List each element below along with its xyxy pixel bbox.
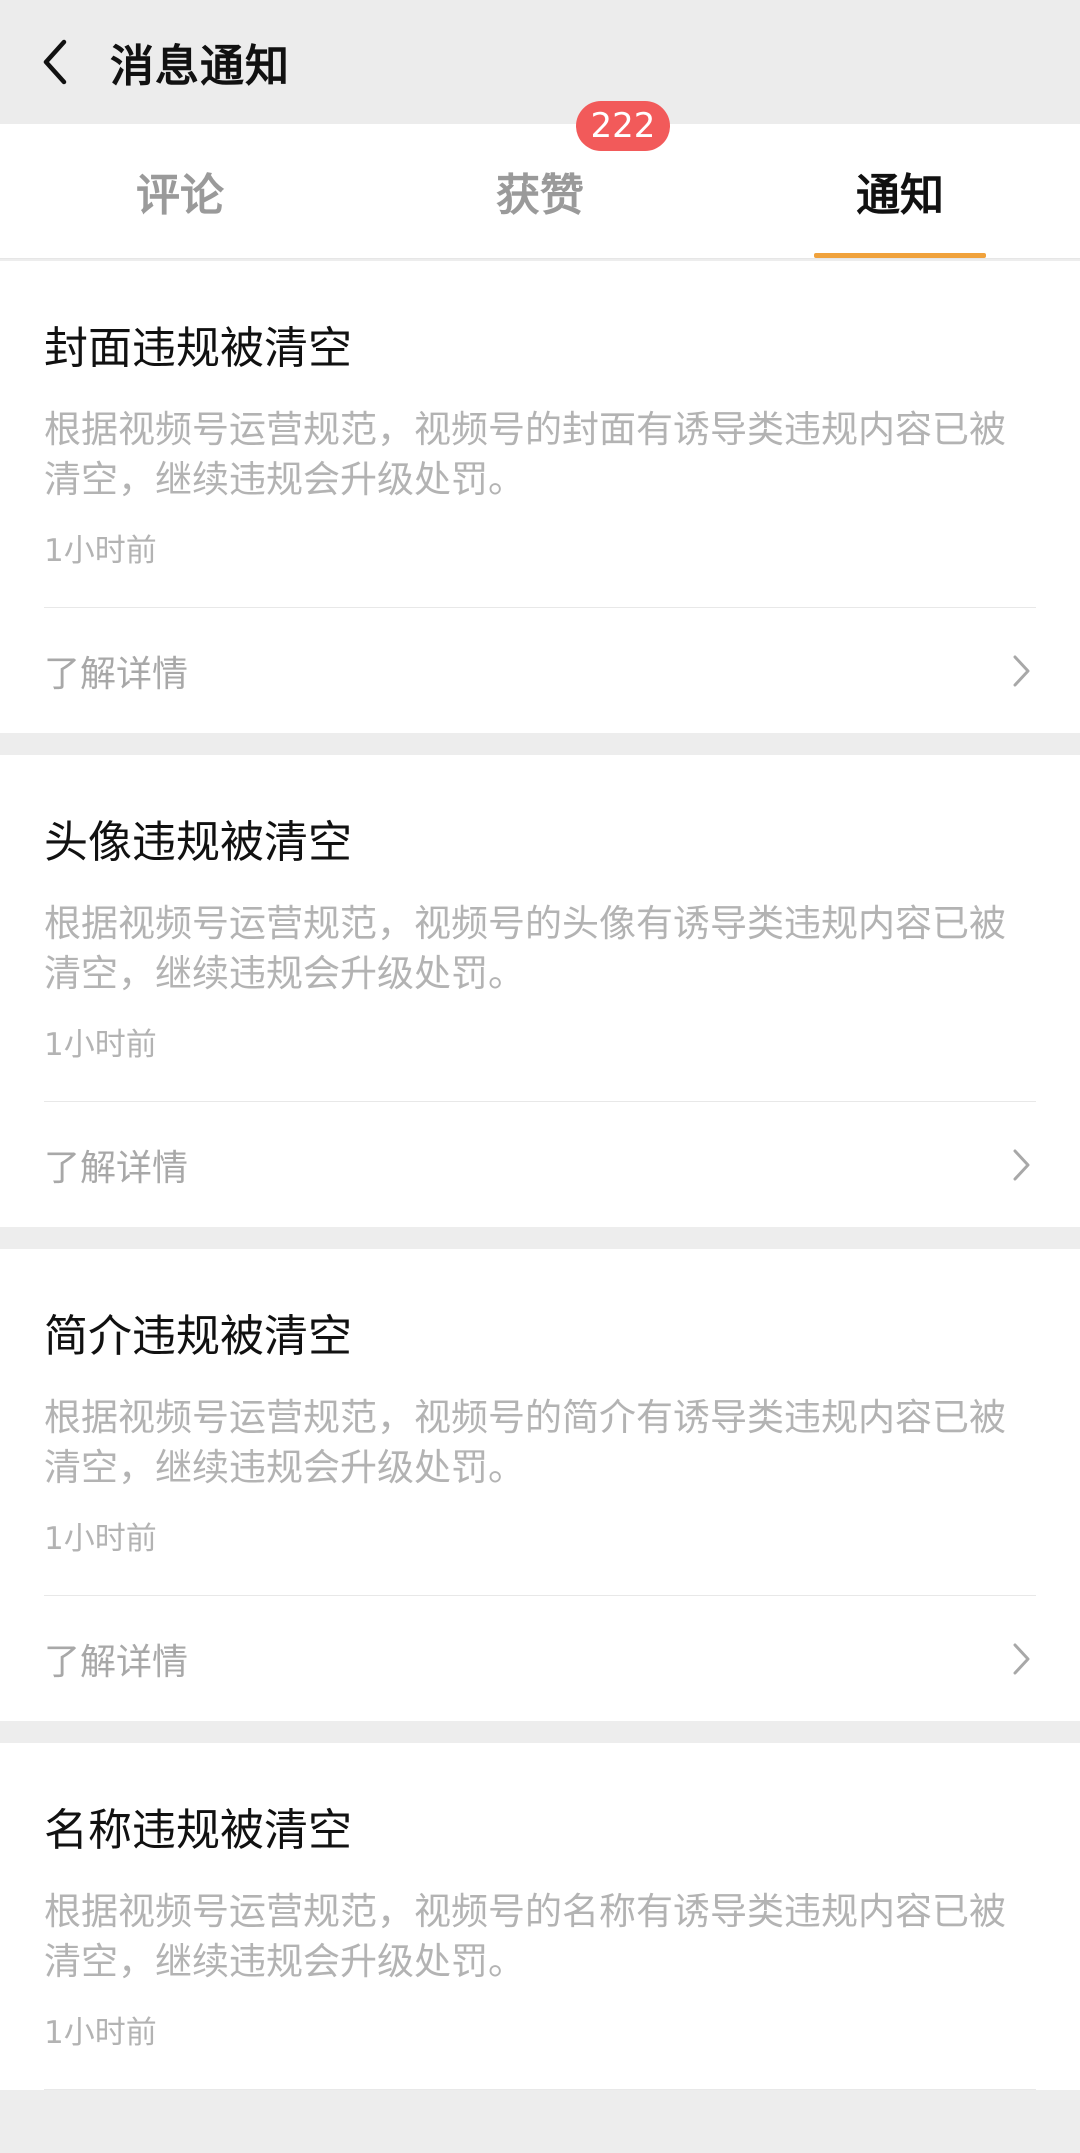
notification-title: 简介违规被清空 (44, 1311, 352, 1362)
learn-more-label: 了解详情 (44, 653, 189, 695)
tab-comments[interactable]: 评论 (0, 124, 360, 258)
tab-notifications[interactable]: 通知 (720, 124, 1080, 258)
tab-label: 评论 (136, 170, 224, 221)
notification-card: 头像违规被清空 根据视频号运营规范，视频号的头像有诱导类违规内容已被清空，继续违… (0, 755, 1080, 1227)
notification-description: 根据视频号运营规范，视频号的名称有诱导类违规内容已被清空，继续违规会升级处罚。 (44, 1890, 1006, 1983)
notification-time: 1小时前 (44, 1521, 157, 1557)
notification-description: 根据视频号运营规范，视频号的头像有诱导类违规内容已被清空，继续违规会升级处罚。 (44, 902, 1006, 995)
notification-time: 1小时前 (44, 533, 157, 569)
notification-card: 简介违规被清空 根据视频号运营规范，视频号的简介有诱导类违规内容已被清空，继续违… (0, 1249, 1080, 1721)
notification-title: 名称违规被清空 (44, 1805, 352, 1856)
chevron-right-icon (1013, 1643, 1030, 1674)
notification-description: 根据视频号运营规范，视频号的封面有诱导类违规内容已被清空，继续违规会升级处罚。 (44, 408, 1006, 501)
learn-more-label: 了解详情 (44, 1147, 189, 1189)
top-bar: 消息通知 (0, 0, 1080, 124)
notification-time: 1小时前 (44, 2015, 157, 2051)
learn-more-label: 了解详情 (44, 1641, 189, 1683)
back-button[interactable] (0, 0, 110, 124)
notification-time: 1小时前 (44, 1027, 157, 1063)
page-title: 消息通知 (110, 41, 290, 92)
learn-more-link[interactable]: 了解详情 (44, 1102, 1036, 1227)
divider (44, 2089, 1036, 2090)
notification-title: 头像违规被清空 (44, 817, 352, 868)
learn-more-link[interactable]: 了解详情 (44, 1596, 1036, 1721)
chevron-right-icon (1013, 655, 1030, 686)
tab-label: 获赞 (496, 170, 584, 221)
notification-card: 名称违规被清空 根据视频号运营规范，视频号的名称有诱导类违规内容已被清空，继续违… (0, 1743, 1080, 2090)
tab-likes[interactable]: 获赞 222 (360, 101, 720, 258)
learn-more-link[interactable]: 了解详情 (44, 608, 1036, 733)
tab-bar: 评论 获赞 222 通知 (0, 101, 1080, 259)
chevron-left-icon (43, 39, 67, 85)
notification-description: 根据视频号运营规范，视频号的简介有诱导类违规内容已被清空，继续违规会升级处罚。 (44, 1396, 1006, 1489)
notification-title: 封面违规被清空 (44, 323, 352, 374)
unread-badge: 222 (576, 101, 670, 151)
chevron-right-icon (1013, 1149, 1030, 1180)
notification-card: 封面违规被清空 根据视频号运营规范，视频号的封面有诱导类违规内容已被清空，继续违… (0, 261, 1080, 733)
tab-label: 通知 (856, 170, 944, 221)
active-tab-indicator (814, 253, 986, 258)
tab-label-wrap: 获赞 222 (496, 101, 670, 223)
notification-list: 封面违规被清空 根据视频号运营规范，视频号的封面有诱导类违规内容已被清空，继续违… (0, 259, 1080, 2090)
